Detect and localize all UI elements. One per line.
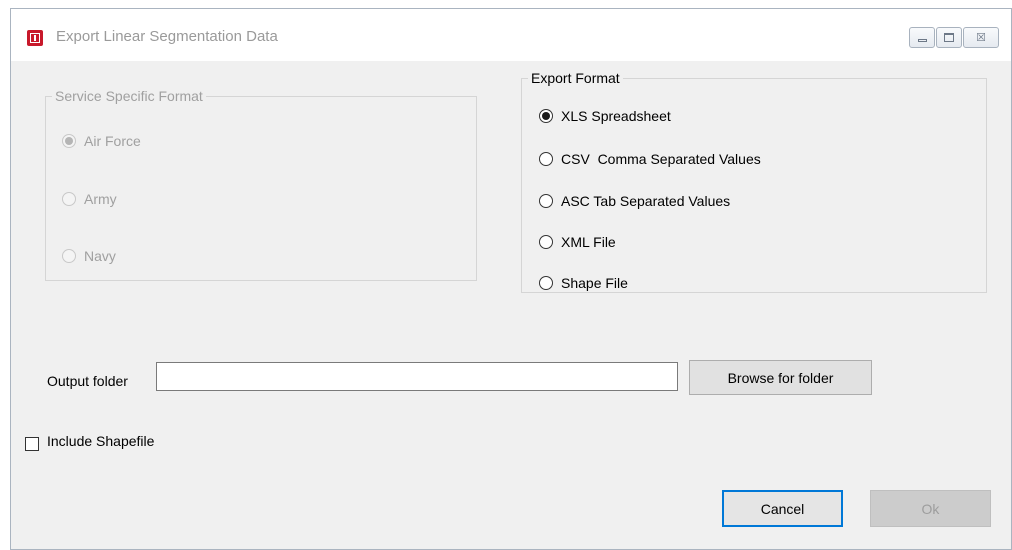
radio-csv[interactable]: CSV Comma Separated Values — [539, 151, 761, 167]
radio-button-icon[interactable] — [539, 109, 553, 123]
radio-button-icon[interactable] — [62, 192, 76, 206]
close-icon: ☒ — [976, 32, 986, 44]
radio-army[interactable]: Army — [62, 191, 117, 207]
radio-shape[interactable]: Shape File — [539, 275, 628, 291]
radio-label: Shape File — [561, 275, 628, 291]
export-format-legend: Export Format — [531, 70, 620, 86]
radio-label: XML File — [561, 234, 616, 250]
output-folder-input[interactable] — [156, 362, 678, 391]
radio-button-icon[interactable] — [539, 235, 553, 249]
include-shapefile-checkbox[interactable] — [25, 437, 39, 451]
radio-asc[interactable]: ASC Tab Separated Values — [539, 193, 730, 209]
radio-xls[interactable]: XLS Spreadsheet — [539, 108, 671, 124]
window-title: Export Linear Segmentation Data — [56, 28, 278, 45]
browse-for-folder-button[interactable]: Browse for folder — [689, 360, 872, 395]
radio-button-icon[interactable] — [62, 249, 76, 263]
radio-navy[interactable]: Navy — [62, 248, 116, 264]
service-specific-format-legend: Service Specific Format — [55, 88, 203, 104]
output-folder-label: Output folder — [47, 373, 128, 389]
minimize-button[interactable] — [909, 27, 935, 48]
radio-label: Navy — [84, 248, 116, 264]
window-controls: ☒ — [909, 27, 999, 48]
export-format-group: Export Format — [521, 70, 987, 293]
radio-label: CSV Comma Separated Values — [561, 151, 761, 167]
maximize-button[interactable] — [936, 27, 962, 48]
radio-label: Army — [84, 191, 117, 207]
include-shapefile-label: Include Shapefile — [47, 432, 155, 449]
radio-button-icon[interactable] — [539, 152, 553, 166]
radio-button-icon[interactable] — [539, 276, 553, 290]
radio-label: XLS Spreadsheet — [561, 108, 671, 124]
radio-label: Air Force — [84, 133, 141, 149]
radio-button-icon[interactable] — [539, 194, 553, 208]
close-button[interactable]: ☒ — [963, 27, 999, 48]
radio-xml[interactable]: XML File — [539, 234, 616, 250]
radio-label: ASC Tab Separated Values — [561, 193, 731, 209]
radio-air-force[interactable]: Air Force — [62, 133, 141, 149]
maximize-icon — [944, 33, 954, 42]
ok-button[interactable]: Ok — [870, 490, 991, 527]
title-bar[interactable]: Export Linear Segmentation Data ☒ — [11, 9, 1011, 61]
radio-button-icon[interactable] — [62, 134, 76, 148]
app-icon — [27, 30, 43, 46]
cancel-button[interactable]: Cancel — [722, 490, 843, 527]
include-shapefile-checkbox-row[interactable]: Include Shapefile — [25, 430, 154, 451]
minimize-icon — [917, 39, 927, 42]
